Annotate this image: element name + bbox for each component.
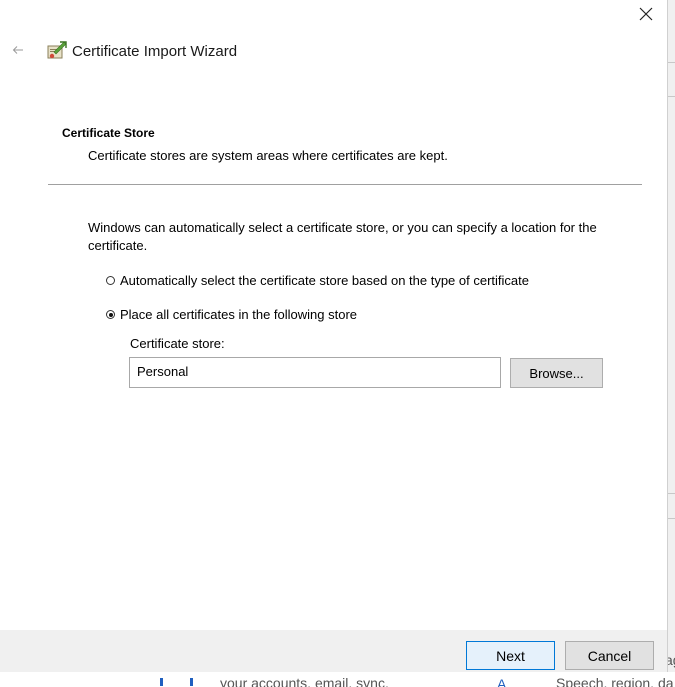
back-arrow-icon (12, 46, 23, 54)
radio-auto-select[interactable]: Automatically select the certificate sto… (106, 273, 529, 288)
back-button[interactable] (8, 40, 28, 60)
background-window-edge (668, 0, 675, 687)
next-button[interactable]: Next (466, 641, 555, 670)
section-subtitle: Certificate stores are system areas wher… (88, 148, 448, 163)
background-divider (668, 518, 675, 519)
section-title: Certificate Store (62, 126, 155, 140)
close-icon (639, 7, 653, 21)
background-speech-icon: A (497, 676, 507, 687)
radio-place-in-store-label[interactable]: Place all certificates in the following … (120, 307, 357, 322)
screen: your accounts, email, sync, A Speech, re… (0, 0, 675, 687)
cancel-button[interactable]: Cancel (565, 641, 654, 670)
description-text: Windows can automatically select a certi… (88, 220, 597, 253)
certificate-store-field[interactable]: Personal (129, 357, 501, 388)
header-divider (48, 184, 642, 185)
wizard-footer: Next Cancel (0, 630, 667, 672)
background-divider (668, 493, 675, 494)
certificate-wizard-icon (47, 41, 67, 59)
radio-button-unchecked[interactable] (106, 276, 115, 285)
background-window-bottom: your accounts, email, sync, A Speech, re… (0, 672, 675, 687)
wizard-title: Certificate Import Wizard (72, 43, 238, 60)
background-divider (668, 62, 675, 63)
radio-button-checked[interactable] (106, 310, 115, 319)
background-text: Speech, region, da (556, 675, 674, 687)
close-button[interactable] (626, 0, 666, 28)
certificate-import-wizard-dialog: Certificate Import Wizard Certificate St… (0, 0, 668, 672)
background-divider (668, 96, 675, 97)
radio-place-in-store[interactable]: Place all certificates in the following … (106, 307, 357, 322)
background-icon (160, 678, 163, 686)
background-text: your accounts, email, sync, (220, 675, 389, 687)
background-icon (190, 678, 193, 686)
radio-auto-select-label[interactable]: Automatically select the certificate sto… (120, 273, 529, 288)
browse-button[interactable]: Browse... (510, 358, 603, 388)
certificate-store-label: Certificate store: (130, 336, 225, 351)
